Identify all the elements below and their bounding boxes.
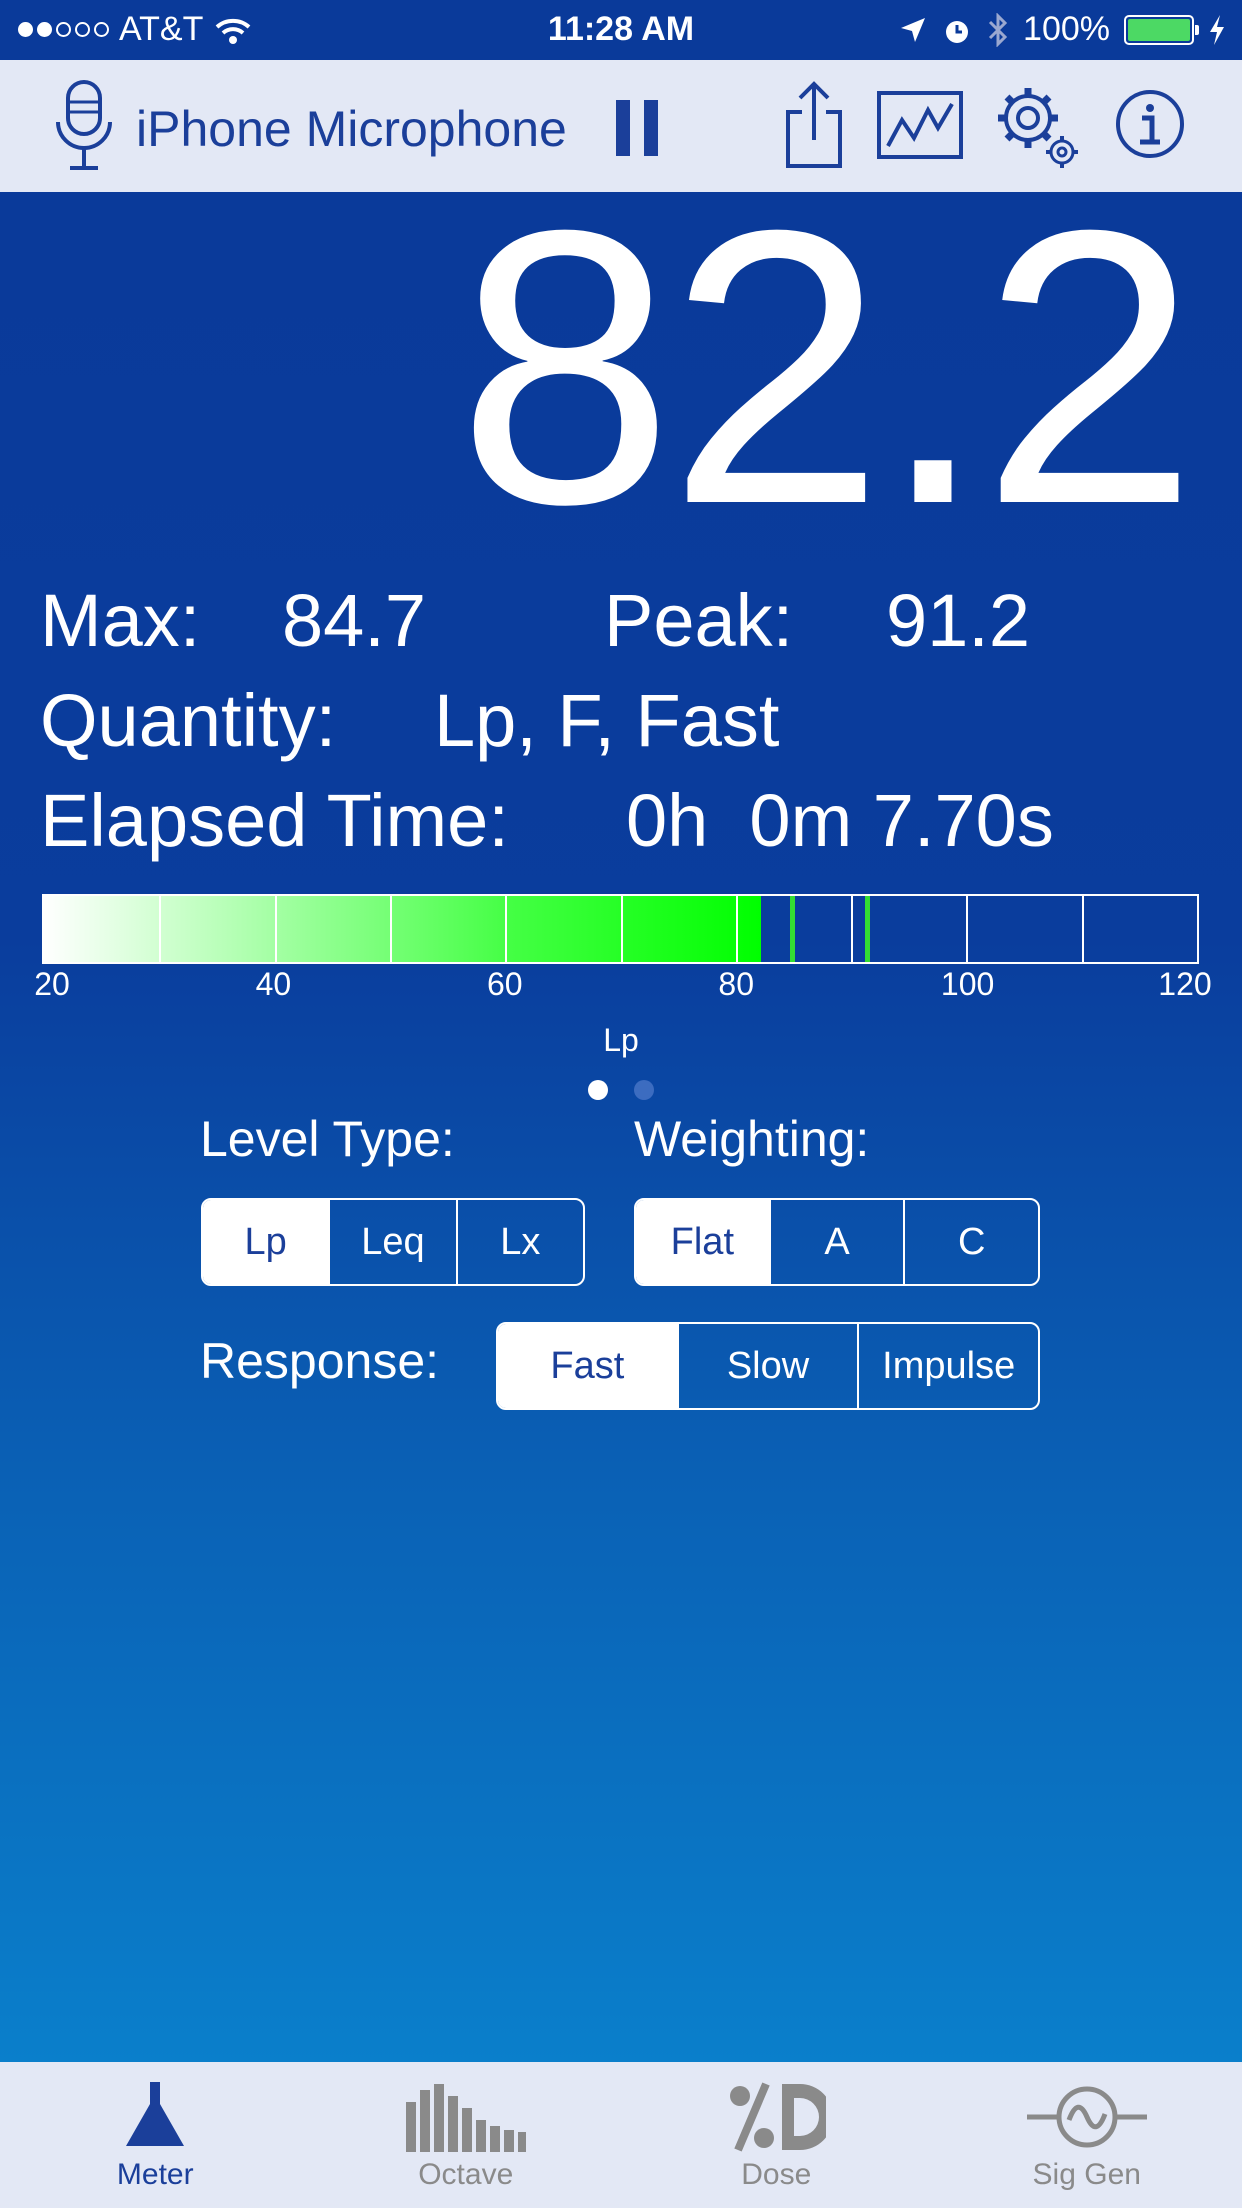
meter-unit-label: Lp [603,1022,639,1058]
octave-icon [405,2084,526,2152]
meter-panel: 82.2 Max: 84.7 Peak: 91.2 Quantity: Lp, … [0,172,1242,2062]
bluetooth-icon [988,12,1008,47]
level-type-option-lx[interactable]: Lx [455,1200,583,1284]
response-option-slow[interactable]: Slow [676,1324,858,1408]
weighting-option-flat[interactable]: Flat [636,1200,769,1284]
meter-tick-label: 100 [940,966,995,1002]
page-indicator[interactable] [0,1080,1242,1100]
meter-division [620,896,623,962]
tab-dose-label: Dose [741,2158,812,2191]
current-level-readout: 82.2 [456,149,1198,585]
level-meter-fill [44,896,762,962]
tab-octave[interactable]: Octave [311,2062,622,2208]
tab-sig-gen-label: Sig Gen [1032,2158,1141,2191]
response-segmented-control[interactable]: Fast Slow Impulse [496,1322,1040,1410]
charging-bolt-icon [1210,14,1224,45]
level-type-label: Level Type: [200,1111,455,1167]
tab-bar: Meter Octave Dose Sig Gen [0,2062,1242,2208]
weighting-option-c[interactable]: C [903,1200,1038,1284]
meter-division [1081,896,1084,962]
tab-dose[interactable]: Dose [621,2062,932,2208]
weighting-label: Weighting: [634,1111,870,1167]
quantity-label: Quantity: [40,679,337,762]
tab-meter[interactable]: Meter [0,2062,311,2208]
max-value: 84.7 [282,579,427,662]
response-option-fast[interactable]: Fast [498,1324,677,1408]
meter-tick-label: 20 [34,966,70,1002]
elapsed-time-label: Elapsed Time: [40,779,509,862]
meter-division [735,896,738,962]
peak-marker [864,896,870,962]
meter-division [389,896,392,962]
level-type-segmented-control[interactable]: Lp Leq Lx [201,1198,585,1286]
meter-tick-label: 60 [487,966,523,1002]
meter-division [274,896,277,962]
quantity-value: Lp, F, Fast [434,679,780,762]
microphone-icon[interactable] [52,78,116,174]
location-arrow-icon [901,17,926,42]
dose-icon [730,2082,827,2152]
level-type-option-leq[interactable]: Leq [328,1200,455,1284]
meter-division [966,896,969,962]
page-dot-1[interactable] [588,1080,608,1100]
meter-icon [126,2082,185,2146]
meter-tick-label: 120 [1158,966,1212,1002]
meter-division [851,896,854,962]
meter-division [159,896,162,962]
tab-sig-gen[interactable]: Sig Gen [932,2062,1242,2208]
level-meter-bar [42,894,1199,964]
level-type-option-lp[interactable]: Lp [203,1200,329,1284]
meter-tick-label: 40 [255,966,292,1002]
status-right: 100% [899,10,1226,49]
battery-percent: 100% [1023,10,1110,48]
pause-icon[interactable] [616,100,658,156]
page-dot-2[interactable] [634,1080,654,1100]
peak-label: Peak: [604,579,794,662]
status-bar: AT&T 11:28 AM 100% [0,0,1242,60]
meter-tick-label: 80 [718,966,754,1002]
peak-value: 91.2 [886,579,1031,662]
max-label: Max: [40,579,201,662]
tab-meter-label: Meter [116,2158,194,2191]
weighting-segmented-control[interactable]: Flat A C [634,1198,1040,1286]
response-label: Response: [200,1333,440,1389]
elapsed-time-value: 0h 0m 7.70s [626,779,1054,862]
battery-icon [1124,14,1199,45]
max-marker [789,896,795,962]
tab-octave-label: Octave [418,2158,514,2191]
weighting-option-a[interactable]: A [768,1200,904,1284]
sig-gen-icon [1026,2086,1147,2148]
response-option-impulse[interactable]: Impulse [857,1324,1038,1408]
alarm-icon [946,20,969,43]
meter-division [505,896,508,962]
